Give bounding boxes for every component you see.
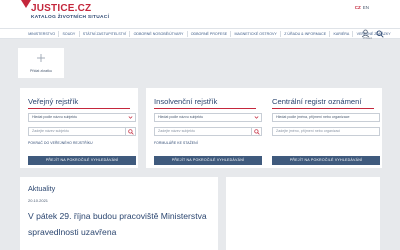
card-title: Insolvenční rejstřík [154, 97, 218, 106]
brand-name[interactable]: JUSTICE.CZ [31, 3, 91, 14]
search-icon[interactable] [376, 30, 384, 38]
language-switch: CZ EN [355, 5, 369, 10]
search-mode-select[interactable]: Hledat podle názvu subjektu [28, 113, 136, 122]
news-headline[interactable]: V pátek 29. října budou pracoviště Minis… [28, 208, 214, 240]
card-insolvencni-rejstrik: Insolvenční rejstřík Hledat podle názvu … [146, 88, 264, 168]
search-button[interactable] [252, 127, 262, 136]
nav-item-kariera[interactable]: KARIÉRA [330, 31, 354, 37]
logo-icon[interactable] [21, 0, 31, 10]
add-shortcut-tile[interactable]: Přidat zkratku [18, 48, 64, 78]
language-cz[interactable]: CZ [355, 5, 361, 10]
login-label[interactable]: Přihlásit [363, 37, 372, 40]
main-nav: MINISTERSTVO SOUDY STÁTNÍ ZASTUPITELSTVÍ… [0, 28, 400, 39]
subject-search-input[interactable]: Zadejte název subjektu [28, 127, 126, 136]
input-placeholder: Zadejte název subjektu [158, 129, 195, 133]
select-value: Hledat podle jména, příjmení nebo organi… [276, 115, 350, 119]
header: JUSTICE.CZ KATALOG ŽIVOTNÍCH SITUACÍ CZ … [0, 0, 400, 28]
plus-icon [37, 54, 45, 62]
card-title: Centrální registr oznámení [272, 97, 362, 106]
subject-search-input[interactable]: Zadejte název subjektu [154, 127, 252, 136]
nav-item-zakazky[interactable]: VEŘEJNÉ ZAKÁZKY [353, 31, 393, 37]
nav-item-odborne-profese[interactable]: ODBORNÉ PROFESE [188, 31, 232, 37]
advanced-search-button[interactable]: PŘEJÍT NA POKROČILÉ VYHLEDÁVÁNÍ [28, 156, 136, 165]
search-mode-select[interactable]: Hledat podle názvu subjektu [154, 113, 262, 122]
card-title: Veřejný rejstřík [28, 97, 79, 106]
nav-item-odborne-utvary[interactable]: ODBORNÉ NOSOBĚ/ÚTVARY [130, 31, 188, 37]
card-divider [28, 108, 130, 109]
news-panel: Aktuality 20.10.2021 V pátek 29. října b… [20, 177, 218, 250]
chevron-down-icon [128, 116, 133, 119]
input-placeholder: Zadejte jméno, příjmení nebo organizaci [276, 129, 341, 133]
shortcut-label: Přidat zkratku [30, 69, 52, 73]
card-centralni-registr: Centrální registr oznámení Hledat podle … [264, 88, 382, 168]
nav-item-statni-zastupitelstvi[interactable]: STÁTNÍ ZASTUPITELSTVÍ [80, 31, 131, 37]
search-mode-select[interactable]: Hledat podle jména, příjmení nebo organi… [272, 113, 380, 122]
nav-item-informace[interactable]: Z ÚŘADU & INFORMACE [281, 31, 331, 37]
news-date: 20.10.2021 [28, 198, 49, 203]
advanced-search-button[interactable]: PŘEJÍT NA POKROČILÉ VYHLEDÁVÁNÍ [272, 156, 380, 165]
chevron-down-icon [254, 116, 259, 119]
input-placeholder: Zadejte název subjektu [32, 129, 69, 133]
nav-item-ministerstvo[interactable]: MINISTERSTVO [25, 31, 60, 37]
nav-item-soudy[interactable]: SOUDY [59, 31, 80, 37]
card-divider [154, 108, 256, 109]
card-link[interactable]: FORMULÁŘE KE STAŽENÍ [154, 141, 198, 145]
select-value: Hledat podle názvu subjektu [158, 115, 204, 119]
card-divider [272, 108, 374, 109]
language-en[interactable]: EN [363, 5, 369, 10]
news-title: Aktuality [28, 184, 56, 193]
search-button[interactable] [126, 127, 136, 136]
nav-items: MINISTERSTVO SOUDY STÁTNÍ ZASTUPITELSTVÍ… [25, 30, 394, 38]
select-value: Hledat podle názvu subjektu [32, 115, 78, 119]
nav-item-ostrovy[interactable]: MAGNETICKÉ OSTROVY [231, 31, 282, 37]
side-panel [226, 177, 380, 250]
card-link[interactable]: POKRAČ DO VEŘEJNÉHO REJSTŘÍKU [28, 141, 93, 145]
search-icon [254, 129, 260, 135]
search-icon [128, 129, 134, 135]
card-verejny-rejstrik: Veřejný rejstřík Hledat podle názvu subj… [20, 88, 138, 168]
person-search-input[interactable]: Zadejte jméno, příjmení nebo organizaci [272, 127, 380, 136]
advanced-search-button[interactable]: PŘEJÍT NA POKROČILÉ VYHLEDÁVÁNÍ [154, 156, 262, 165]
tagline: KATALOG ŽIVOTNÍCH SITUACÍ [31, 15, 110, 20]
